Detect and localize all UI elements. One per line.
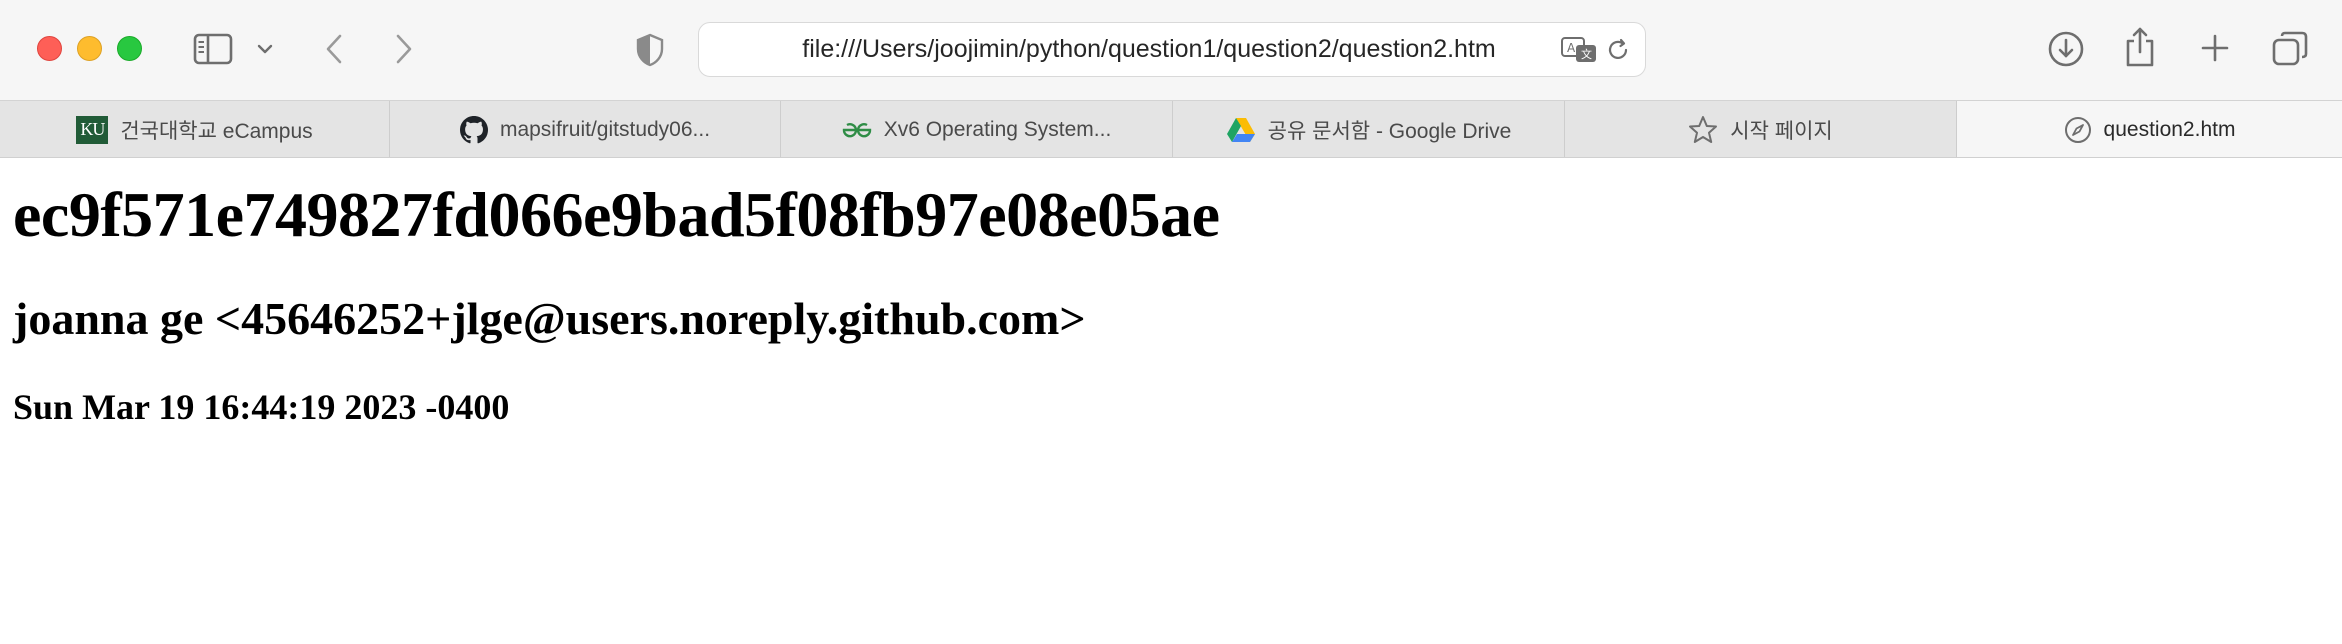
reload-icon[interactable]: [1605, 37, 1631, 63]
commit-hash-heading: ec9f571e749827fd066e9bad5f08fb97e08e05ae: [13, 179, 1220, 250]
tab-label: Xv6 Operating System...: [883, 117, 1112, 141]
tab-github[interactable]: mapsifruit/gitstudy06...: [390, 101, 781, 158]
minimize-window-button[interactable]: [77, 36, 102, 61]
tab-label: mapsifruit/gitstudy06...: [499, 117, 711, 141]
browser-toolbar: file:///Users/joojimin/python/question1/…: [0, 0, 2342, 100]
new-tab-icon[interactable]: [2198, 31, 2232, 65]
tab-ecampus[interactable]: KU 건국대학교 eCampus: [0, 101, 390, 158]
google-drive-icon: [1226, 117, 1256, 143]
sidebar-icon[interactable]: [190, 30, 236, 68]
compass-icon: [2064, 116, 2092, 144]
maximize-window-button[interactable]: [117, 36, 142, 61]
share-icon[interactable]: [2122, 25, 2158, 69]
translate-icon[interactable]: A文: [1559, 35, 1599, 65]
address-bar[interactable]: file:///Users/joojimin/python/question1/…: [698, 22, 1646, 77]
download-icon[interactable]: [2046, 29, 2086, 69]
url-text[interactable]: file:///Users/joojimin/python/question1/…: [754, 23, 1544, 76]
author-heading: joanna ge <45646252+jlge@users.noreply.g…: [13, 293, 1086, 344]
ku-logo-icon: KU: [76, 115, 109, 144]
chevron-down-icon[interactable]: [254, 38, 276, 60]
date-heading: Sun Mar 19 16:44:19 2023 -0400: [13, 387, 510, 427]
content-divider: [0, 157, 2342, 158]
tab-label: 건국대학교 eCampus: [120, 119, 313, 143]
tab-label: 공유 문서함 - Google Drive: [1267, 119, 1512, 143]
close-window-button[interactable]: [37, 36, 62, 61]
star-icon: [1688, 115, 1718, 145]
privacy-shield-icon[interactable]: [632, 30, 668, 70]
svg-text:A: A: [1567, 41, 1576, 55]
tab-label: 시작 페이지: [1730, 119, 1833, 143]
tab-question2[interactable]: question2.htm: [1957, 101, 2342, 158]
tab-bar: KU 건국대학교 eCampus mapsifruit/gitstudy06..…: [0, 100, 2342, 158]
geeksforgeeks-icon: [842, 121, 872, 139]
tab-xv6[interactable]: Xv6 Operating System...: [781, 101, 1173, 158]
github-icon: [459, 115, 488, 144]
tab-start-page[interactable]: 시작 페이지: [1565, 101, 1957, 158]
tab-google-drive[interactable]: 공유 문서함 - Google Drive: [1173, 101, 1565, 158]
forward-icon[interactable]: [388, 30, 420, 68]
tab-label: question2.htm: [2103, 117, 2236, 141]
tab-overview-icon[interactable]: [2270, 29, 2310, 69]
back-icon[interactable]: [318, 30, 350, 68]
svg-text:文: 文: [1581, 47, 1592, 61]
